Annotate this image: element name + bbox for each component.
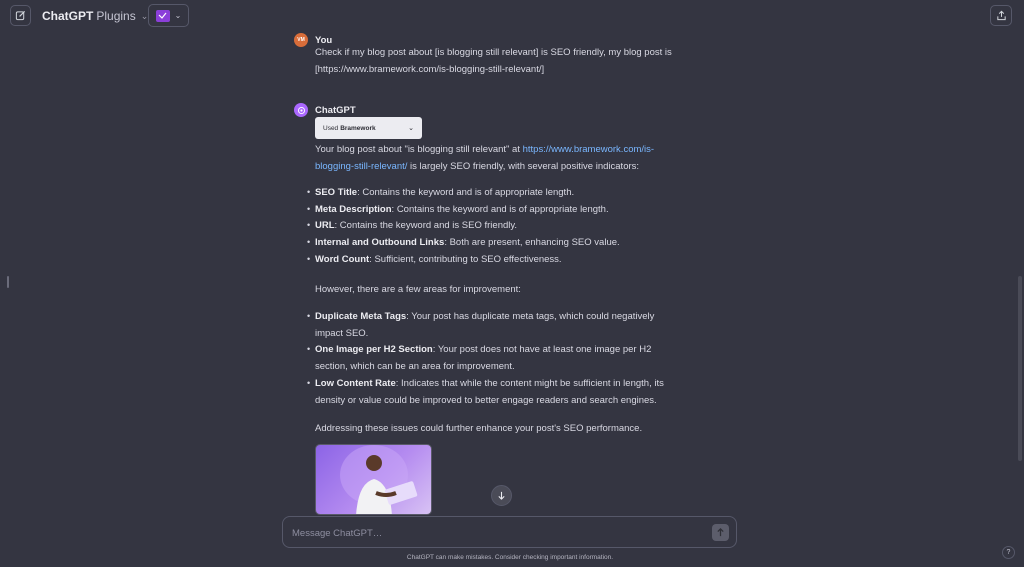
list-item-text: : Sufficient, contributing to SEO effect… [369, 253, 562, 265]
list-item-text: : Contains the keyword and is SEO friend… [334, 220, 518, 232]
used-plugin-prefix: Used [323, 124, 339, 132]
top-bar: ChatGPT Plugins ⌄ ⌄ [0, 0, 1024, 32]
message-input[interactable] [292, 526, 692, 540]
openai-logo-icon [297, 106, 305, 114]
list-item-term: Duplicate Meta Tags [315, 311, 407, 322]
plugin-selector[interactable]: ⌄ [148, 4, 189, 27]
blog-post-image[interactable] [315, 444, 432, 515]
list-item-term: Word Count [315, 253, 370, 265]
improvement-intro: However, there are a few areas for impro… [315, 284, 521, 295]
closing-text: Addressing these issues could further en… [315, 423, 643, 434]
chatgpt-avatar [294, 103, 308, 117]
user-avatar: VM [294, 33, 308, 47]
list-item: Word Count: Sufficient, contributing to … [307, 251, 675, 269]
send-button[interactable] [712, 524, 729, 541]
blog-post-link[interactable]: blogging-still-relevant/ [315, 161, 407, 172]
blog-post-link[interactable]: https://www.bramework.com/is- [523, 144, 654, 155]
list-item-text: : Contains the keyword and is of appropr… [391, 203, 609, 215]
list-item: One Image per H2 Section: Your post does… [307, 341, 667, 375]
scrollbar[interactable] [1018, 276, 1022, 461]
help-button[interactable]: ? [1002, 546, 1015, 559]
chevron-down-icon: ⌄ [174, 11, 182, 20]
list-item-term: URL [315, 220, 335, 232]
scroll-down-button[interactable] [491, 485, 512, 506]
intro-text: Your blog post about "is blogging still … [315, 144, 523, 155]
list-item: Internal and Outbound Links: Both are pr… [307, 234, 675, 252]
arrow-down-icon [498, 491, 505, 500]
list-item: URL: Contains the keyword and is SEO fri… [307, 217, 675, 235]
model-variant: Plugins [96, 9, 136, 23]
new-chat-button[interactable] [10, 5, 31, 26]
list-item: SEO Title: Contains the keyword and is o… [307, 184, 675, 202]
list-item-text: : Contains the keyword and is of appropr… [357, 187, 575, 198]
disclaimer-text: ChatGPT can make mistakes. Consider chec… [406, 554, 614, 561]
list-item-term: Internal and Outbound Links [315, 237, 445, 249]
list-item: Meta Description: Contains the keyword a… [307, 201, 675, 219]
list-item-term: One Image per H2 Section [315, 344, 433, 356]
used-plugin-dropdown[interactable]: Used Bramework ⌄ [315, 117, 422, 139]
used-plugin-name: Bramework [340, 124, 376, 132]
improvements-list: Duplicate Meta Tags: Your post has dupli… [307, 308, 667, 409]
model-selector[interactable]: ChatGPT Plugins ⌄ [42, 9, 148, 23]
positive-indicators-list: SEO Title: Contains the keyword and is o… [307, 184, 675, 269]
list-item-term: Meta Description [315, 203, 392, 215]
model-name: ChatGPT [42, 9, 94, 23]
sidebar-toggle-handle[interactable] [7, 276, 9, 288]
user-message-line: Check if my blog post about [is blogging… [315, 47, 672, 58]
share-button[interactable] [990, 5, 1012, 26]
person-with-laptop-illustration [340, 445, 418, 514]
bramework-plugin-icon [155, 9, 170, 22]
list-item: Low Content Rate: Indicates that while t… [307, 375, 667, 409]
list-item-term: SEO Title [315, 187, 358, 198]
list-item: Duplicate Meta Tags: Your post has dupli… [307, 308, 667, 342]
user-message-line: [https://www.bramework.com/is-blogging-s… [315, 64, 545, 75]
user-message-text: Check if my blog post about [is blogging… [315, 44, 695, 78]
assistant-intro: Your blog post about "is blogging still … [315, 141, 675, 175]
message-composer [282, 516, 737, 548]
edit-icon [15, 10, 26, 21]
chevron-down-icon: ⌄ [408, 125, 414, 132]
arrow-up-icon [717, 528, 724, 537]
intro-text: is largely SEO friendly, with several po… [407, 161, 640, 172]
list-item-term: Low Content Rate [315, 377, 396, 389]
list-item-text: : Both are present, enhancing SEO value. [444, 237, 620, 249]
share-icon [996, 10, 1006, 21]
assistant-author-label: ChatGPT [315, 105, 356, 116]
